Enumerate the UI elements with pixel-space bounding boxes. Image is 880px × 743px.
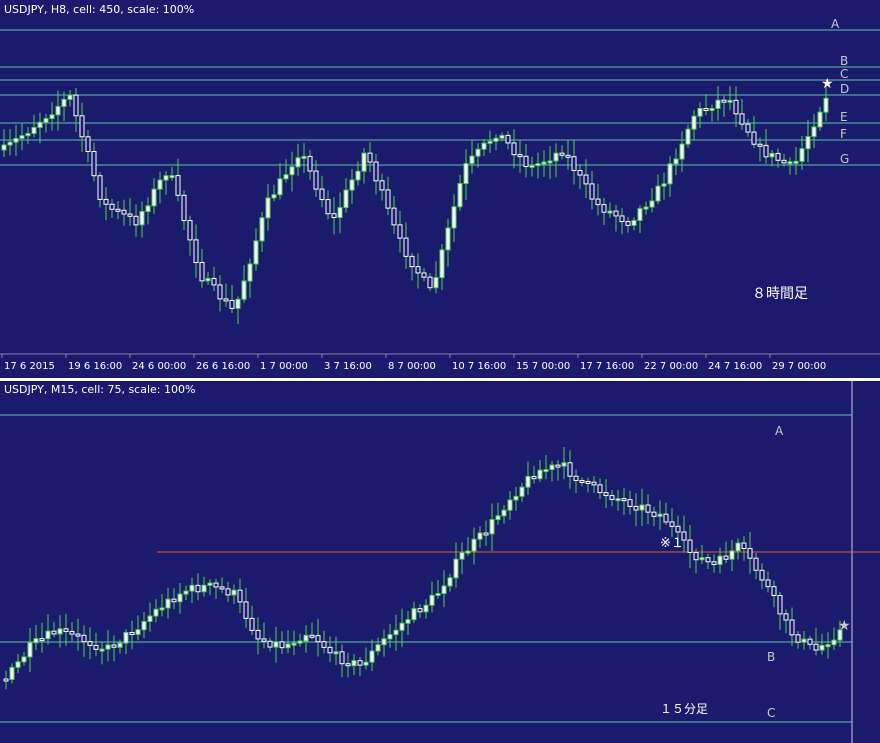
h8-level-label-e: E (840, 110, 848, 124)
h8-x-tick-label: 10 7 16:00 (452, 361, 506, 372)
h8-level-label-a: A (831, 17, 840, 31)
m15-chart-panel: USDJPY, M15, cell: 75, scale: 100% A B C ※… (0, 381, 880, 743)
m15-header: USDJPY, M15, cell: 75, scale: 100% (4, 383, 195, 396)
h8-level-label-b: B (840, 54, 848, 68)
m15-plot-background (0, 381, 880, 743)
h8-x-tick-label: 17 7 16:00 (580, 361, 634, 372)
h8-x-tick-label: 15 7 00:00 (516, 361, 570, 372)
h8-chart-panel: 17 6 2015 19 6 16:00 24 6 00:00 26 6 16:00 1… (0, 0, 880, 378)
h8-x-tick-label: 3 7 16:00 (324, 361, 372, 372)
h8-x-tick-label: 22 7 00:00 (644, 361, 698, 372)
h8-level-label-f: F (840, 127, 847, 141)
m15-level-label-c: C (767, 706, 775, 720)
h8-star-icon: ★ (821, 76, 834, 92)
h8-x-tick-label: 24 6 00:00 (132, 361, 186, 372)
h8-x-tick-label: 29 7 00:00 (772, 361, 826, 372)
m15-level-label-b: B (767, 650, 775, 664)
h8-header: USDJPY, H8, cell: 450, scale: 100% (4, 3, 194, 16)
m15-level-label-a: A (775, 424, 784, 438)
h8-level-label-c: C (840, 67, 848, 81)
h8-level-label-g: G (840, 152, 849, 166)
h8-plot-background (0, 0, 880, 378)
h8-caption: ８時間足 (752, 286, 808, 302)
h8-level-label-d: D (840, 82, 849, 96)
h8-x-tick-label: 26 6 16:00 (196, 361, 250, 372)
m15-star-icon: ★ (838, 618, 851, 634)
m15-caption: １５分足 (660, 702, 708, 716)
h8-x-tick-label: 1 7 00:00 (260, 361, 308, 372)
marked-level-note: ※１ (660, 536, 684, 551)
h8-x-tick-label: 24 7 16:00 (708, 361, 762, 372)
h8-x-tick-label: 17 6 2015 (4, 361, 55, 372)
h8-x-tick-label: 19 6 16:00 (68, 361, 122, 372)
h8-x-tick-label: 8 7 00:00 (388, 361, 436, 372)
chart-window: 17 6 2015 19 6 16:00 24 6 00:00 26 6 16:00 1… (0, 0, 880, 743)
